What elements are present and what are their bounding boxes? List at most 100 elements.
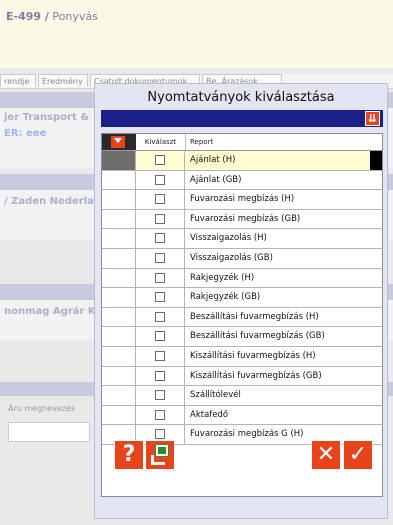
select-cell <box>136 346 185 366</box>
row-tail <box>370 249 382 268</box>
cancel-button[interactable]: ✕ <box>311 440 341 470</box>
select-cell <box>136 209 185 229</box>
row-indicator[interactable] <box>102 366 136 386</box>
report-name: Ajánlat (H) <box>190 155 236 165</box>
select-cell <box>136 170 185 190</box>
row-tail <box>370 406 382 425</box>
filter-icon[interactable] <box>111 136 125 148</box>
select-checkbox[interactable] <box>155 252 165 263</box>
select-cell <box>136 405 185 425</box>
row-indicator[interactable] <box>102 151 136 170</box>
company-sub-1: ER: eee <box>4 128 47 139</box>
select-cell <box>136 248 185 268</box>
row-indicator[interactable] <box>102 346 136 366</box>
select-checkbox[interactable] <box>155 194 165 205</box>
report-name: Fuvarozási megbízás (GB) <box>190 213 301 224</box>
report-name: Ajánlat (GB) <box>190 174 242 185</box>
table-row[interactable]: Ajánlat (GB) <box>102 170 382 191</box>
column-header-report[interactable]: Report <box>190 134 213 150</box>
table-row[interactable]: Aktafedő <box>102 405 382 426</box>
select-cell <box>136 229 185 248</box>
table-row[interactable]: Kiszállítási fuvarmegbízás (GB) <box>102 366 382 387</box>
row-indicator[interactable] <box>102 327 136 346</box>
table-row[interactable]: Ajánlat (H) <box>102 151 382 171</box>
row-indicator[interactable] <box>102 307 136 327</box>
select-checkbox[interactable] <box>155 174 165 185</box>
table-row[interactable]: Szállítólevél <box>102 386 382 406</box>
report-name: Szállítólevél <box>190 390 241 401</box>
table-row[interactable]: Fuvarozási megbízás (H) <box>102 190 382 210</box>
row-indicator[interactable] <box>102 190 136 209</box>
table-row[interactable]: Rakjegyzék (GB) <box>102 288 382 308</box>
select-cell <box>136 307 185 327</box>
row-tail <box>370 386 382 405</box>
record-title: E-499 / Ponyvás <box>6 10 98 23</box>
table-row[interactable]: Fuvarozási megbízás (GB) <box>102 209 382 230</box>
select-checkbox[interactable] <box>155 311 165 322</box>
select-cell <box>136 386 185 405</box>
select-checkbox[interactable] <box>155 409 165 420</box>
table-row[interactable]: Visszaigazolás (H) <box>102 229 382 249</box>
select-checkbox[interactable] <box>155 155 165 165</box>
company-name-3: nonmag Agrár K <box>4 306 96 317</box>
tab-eredmeny[interactable]: Eredmény <box>38 74 88 87</box>
table-row[interactable]: Rakjegyzék (H) <box>102 268 382 289</box>
company-name-1: jer Transport & <box>4 112 90 123</box>
report-name: Fuvarozási megbízás G (H) <box>190 429 304 440</box>
row-tail <box>370 190 382 209</box>
grid-rows: Ajánlat (H) Ajánlat (GB) Fuvarozási megbíz… <box>102 151 382 445</box>
row-tail <box>370 269 382 288</box>
ok-button[interactable]: ✓ <box>343 440 373 470</box>
row-indicator[interactable] <box>102 170 136 190</box>
row-indicator[interactable] <box>102 386 136 405</box>
table-row[interactable]: Visszaigazolás (GB) <box>102 248 382 269</box>
select-checkbox[interactable] <box>155 350 165 361</box>
row-indicator[interactable] <box>102 268 136 288</box>
grid-header: Kiválaszt Report <box>102 134 382 151</box>
report-name: Rakjegyzék (GB) <box>190 292 261 303</box>
export-arrow-icon <box>151 455 165 465</box>
row-indicator[interactable] <box>102 248 136 268</box>
select-checkbox[interactable] <box>155 213 165 224</box>
background-header: E-499 / Ponyvás <box>0 0 393 68</box>
report-name: Beszállítási fuvarmegbízás (H) <box>190 311 319 322</box>
table-row[interactable]: Beszállítási fuvarmegbízás (GB) <box>102 327 382 347</box>
select-cell <box>136 327 185 346</box>
row-indicator[interactable] <box>102 405 136 425</box>
report-name: Rakjegyzék (H) <box>190 272 255 283</box>
row-indicator[interactable] <box>102 209 136 229</box>
report-name: Kiszállítási fuvarmegbízás (H) <box>190 350 316 361</box>
select-checkbox[interactable] <box>155 292 165 303</box>
select-checkbox[interactable] <box>155 331 165 342</box>
select-checkbox[interactable] <box>155 370 165 381</box>
select-cell <box>136 190 185 209</box>
dialog-toolbar: ⇊ <box>101 110 383 127</box>
select-checkbox[interactable] <box>155 272 165 283</box>
row-tail <box>370 367 382 386</box>
select-checkbox[interactable] <box>155 390 165 401</box>
filter-cell[interactable] <box>102 134 136 150</box>
row-tail <box>370 151 382 170</box>
expand-down-button[interactable]: ⇊ <box>365 111 380 126</box>
tab-rendje[interactable]: rendje <box>0 74 36 87</box>
table-row[interactable]: Beszállítási fuvarmegbízás (H) <box>102 307 382 328</box>
select-cell <box>136 151 185 170</box>
row-tail <box>370 327 382 346</box>
help-button[interactable]: ? <box>114 440 144 470</box>
row-tail <box>370 229 382 248</box>
report-name: Beszállítási fuvarmegbízás (GB) <box>190 331 325 342</box>
row-tail <box>370 210 382 229</box>
row-indicator[interactable] <box>102 288 136 307</box>
select-cell <box>136 288 185 307</box>
select-checkbox[interactable] <box>155 233 165 244</box>
export-excel-button[interactable] <box>145 440 175 470</box>
row-tail <box>370 288 382 307</box>
select-checkbox[interactable] <box>155 429 165 440</box>
column-header-select[interactable]: Kiválaszt <box>136 134 186 150</box>
report-name: Visszaigazolás (GB) <box>190 252 273 263</box>
company-name-2: / Zaden Nederla <box>4 196 94 207</box>
aru-input[interactable] <box>8 422 90 442</box>
row-indicator[interactable] <box>102 229 136 248</box>
table-row[interactable]: Kiszállítási fuvarmegbízás (H) <box>102 346 382 367</box>
report-name: Fuvarozási megbízás (H) <box>190 194 295 205</box>
